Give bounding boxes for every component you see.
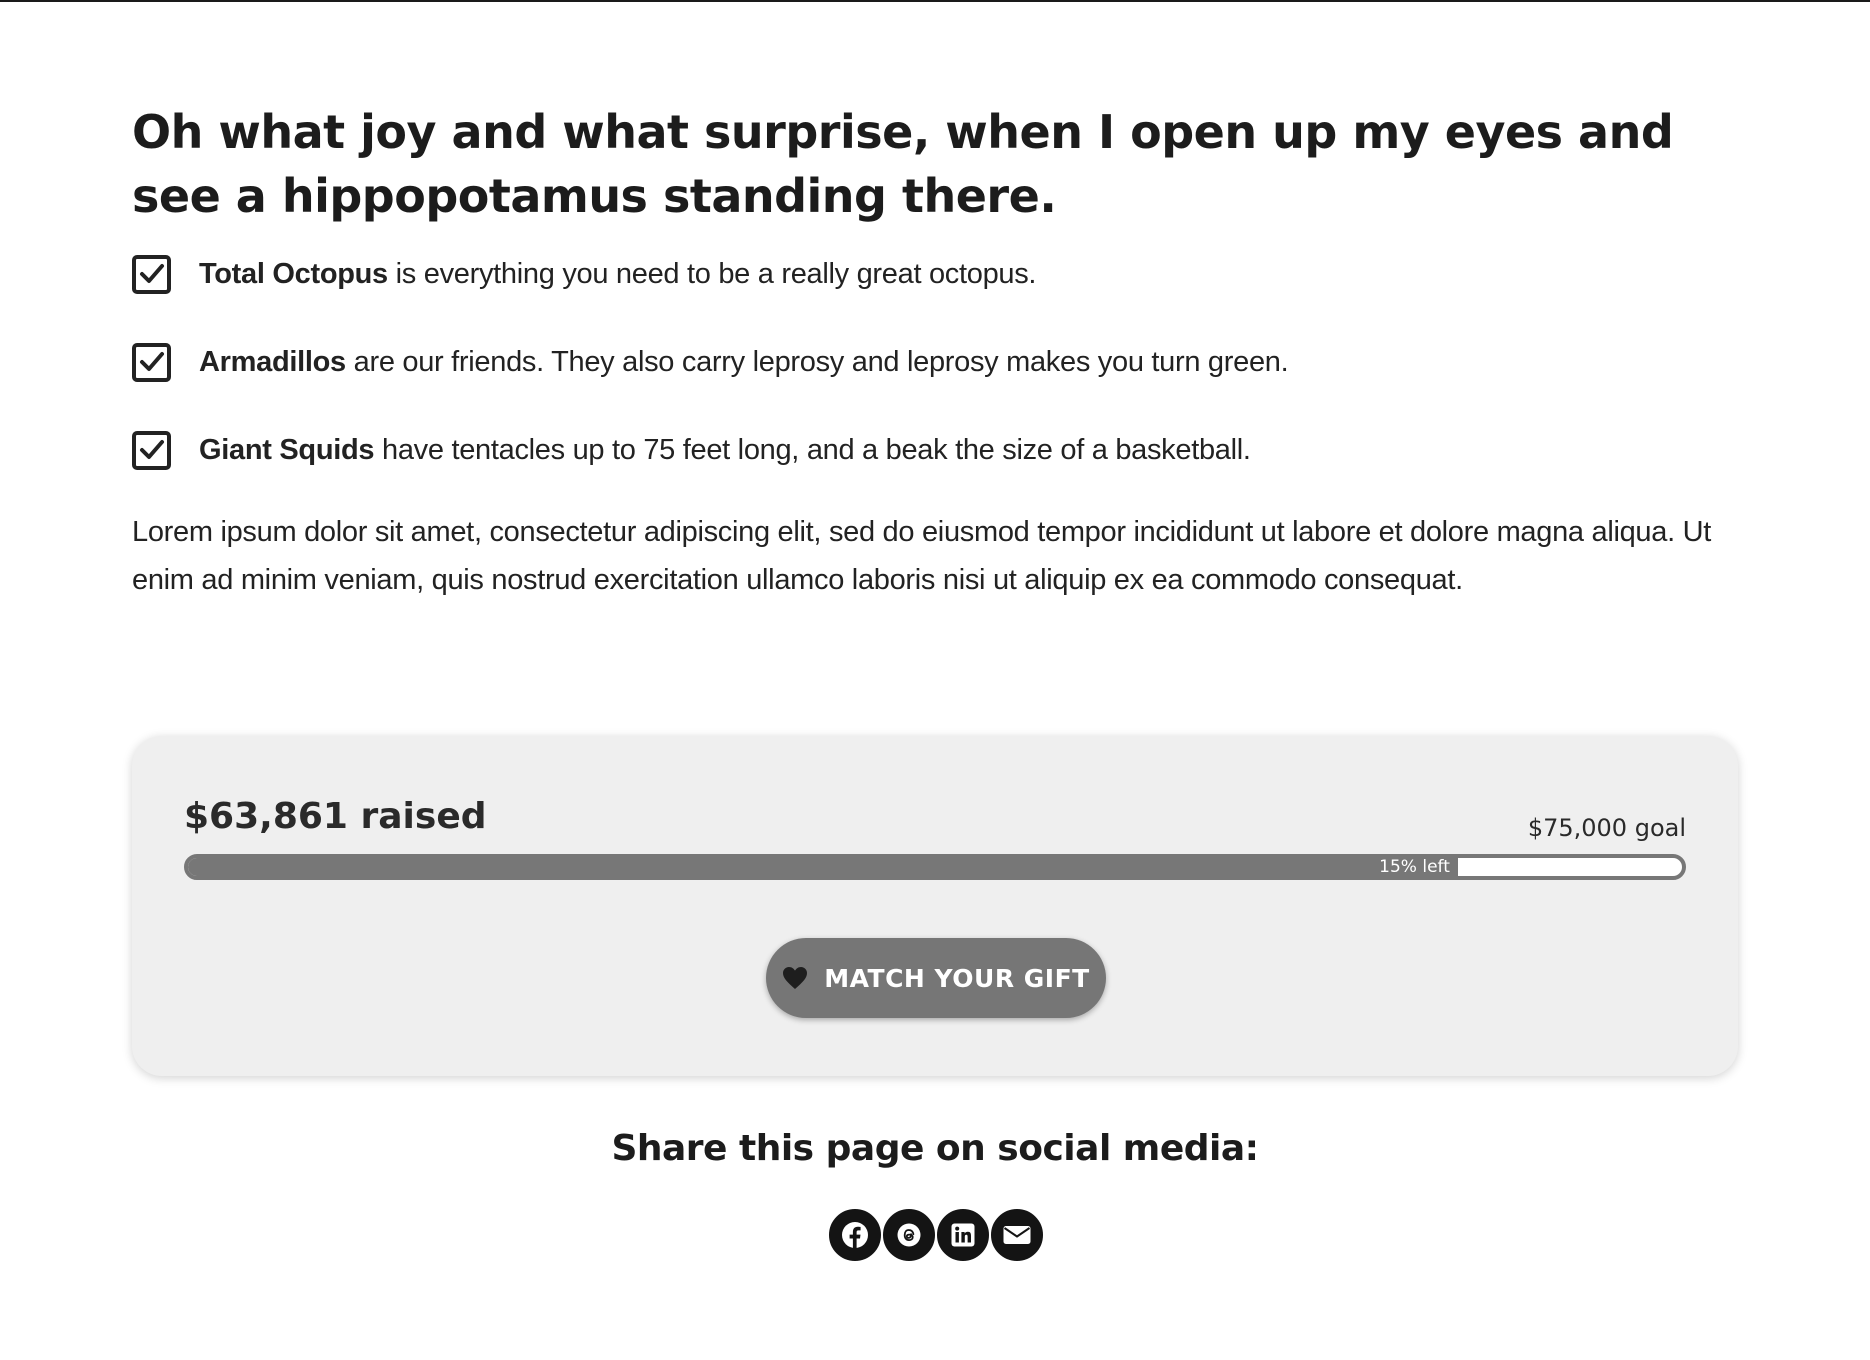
fundraiser-card: $63,861 raised $75,000 goal 15% left MAT… [132,736,1738,1076]
feature-list: Total Octopus is everything you need to … [132,250,1742,474]
feature-text: Giant Squids have tentacles up to 75 fee… [199,434,1251,467]
email-share-button[interactable] [990,1208,1044,1262]
main-content: Oh what joy and what surprise, when I op… [132,100,1742,604]
share-heading: Share this page on social media: [611,1128,1259,1169]
feature-item: Armadillos are our friends. They also ca… [132,338,1742,386]
feature-description: is everything you need to be a really gr… [387,257,1037,290]
body-paragraph: Lorem ipsum dolor sit amet, consectetur … [132,516,1712,596]
feature-item: Giant Squids have tentacles up to 75 fee… [132,426,1742,474]
feature-description: are our friends. They also carry leprosy… [345,345,1289,378]
checkbox-checked-icon [132,254,171,294]
match-gift-label: MATCH YOUR GIFT [824,963,1090,993]
linkedin-share-button[interactable] [936,1208,990,1262]
feature-description: have tentacles up to 75 feet long, and a… [374,433,1251,466]
threads-share-button[interactable] [882,1208,936,1262]
heart-icon [782,966,808,990]
progress-bar: 15% left [184,854,1686,880]
feature-item: Total Octopus is everything you need to … [132,250,1742,298]
progress-fill: 15% left [188,858,1458,876]
social-share-buttons [828,1208,1044,1262]
feature-title: Armadillos [199,345,346,378]
checkbox-checked-icon [132,430,171,470]
progress-remaining-label: 15% left [1379,857,1450,877]
amount-raised: $63,861 raised [184,796,487,837]
checkbox-checked-icon [132,342,171,382]
feature-text: Total Octopus is everything you need to … [199,257,1037,291]
page-headline: Oh what joy and what surprise, when I op… [132,105,1674,223]
match-gift-button[interactable]: MATCH YOUR GIFT [766,938,1106,1018]
top-divider [0,0,1870,2]
linkedin-icon [951,1223,975,1247]
feature-title: Giant Squids [199,433,375,466]
feature-title: Total Octopus [199,257,388,290]
facebook-share-button[interactable] [828,1208,882,1262]
threads-icon [897,1223,921,1247]
fundraising-goal: $75,000 goal [1527,814,1686,842]
facebook-icon [842,1222,868,1249]
email-icon [1003,1226,1031,1244]
feature-text: Armadillos are our friends. They also ca… [199,345,1289,379]
